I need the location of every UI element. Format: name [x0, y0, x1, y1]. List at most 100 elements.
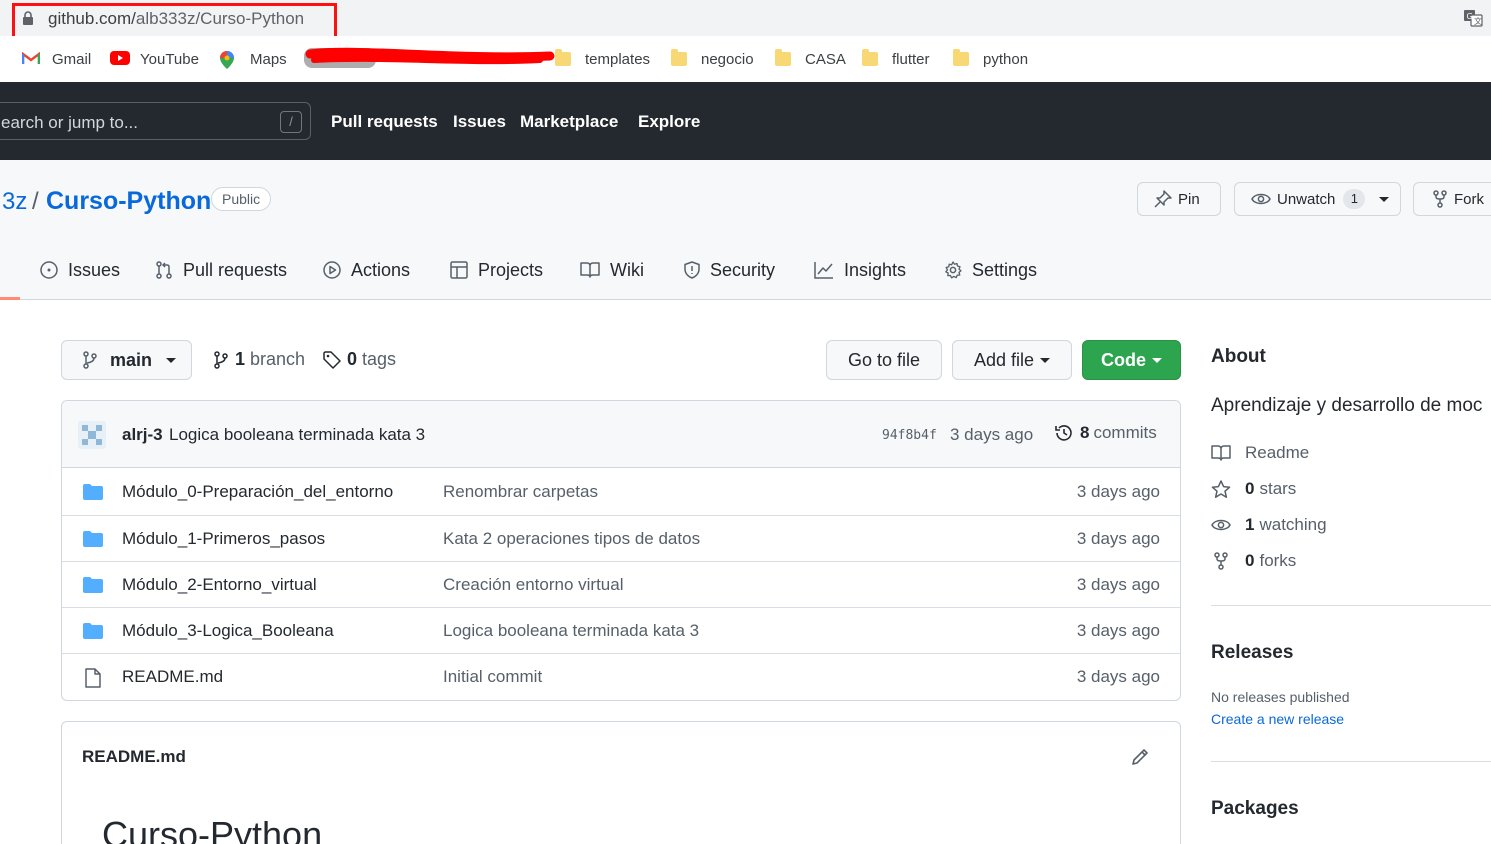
tab-label: Actions [351, 259, 411, 280]
tags-link[interactable]: 0 tags [323, 349, 396, 370]
tab-insights[interactable]: Insights [814, 258, 906, 282]
fork-icon [1214, 552, 1228, 570]
file-age: 3 days ago [1076, 575, 1160, 594]
avatar[interactable] [78, 421, 106, 449]
tab-label: Projects [478, 259, 544, 280]
search-placeholder: earch or jump to... [1, 113, 139, 132]
tab-pull-requests[interactable]: Pull requests [155, 258, 287, 282]
nav-pull-requests[interactable]: Pull requests [331, 112, 438, 132]
bookmark-youtube[interactable]: YouTube [110, 49, 199, 69]
watching-link[interactable]: 1 watching [1211, 515, 1327, 535]
fork-icon [1433, 190, 1447, 208]
repo-name-link[interactable]: Curso-Python [46, 187, 211, 216]
bookmark-python[interactable]: python [953, 49, 1028, 69]
code-button[interactable]: Code [1082, 340, 1181, 380]
commit-sha-link[interactable]: 94f8b4f [882, 428, 937, 443]
unwatch-button[interactable]: Unwatch 1 [1234, 182, 1401, 216]
translate-icon[interactable]: G文 [1463, 9, 1483, 27]
folder-icon [671, 49, 689, 67]
search-input[interactable]: earch or jump to... / [0, 102, 311, 140]
file-name-link[interactable]: Módulo_3-Logica_Booleana [122, 621, 334, 641]
forks-link[interactable]: 0 forks [1211, 551, 1296, 571]
tab-settings[interactable]: Settings [944, 258, 1037, 282]
create-release-link[interactable]: Create a new release [1211, 711, 1344, 727]
repo-owner-link[interactable]: 3z [2, 188, 27, 216]
graph-icon [814, 262, 833, 279]
watching-count: 1 [1245, 515, 1255, 534]
bookmark-flutter[interactable]: flutter [862, 49, 930, 69]
issue-opened-icon [40, 261, 58, 279]
releases-title[interactable]: Releases [1211, 642, 1293, 664]
readme-label: Readme [1245, 443, 1310, 462]
about-title: About [1211, 346, 1266, 367]
add-file-button[interactable]: Add file [952, 340, 1072, 380]
bookmark-label: negocio [701, 50, 754, 68]
svg-text:文: 文 [1474, 16, 1482, 26]
bookmark-label: YouTube [140, 50, 199, 68]
bookmark-gmail[interactable]: Gmail [21, 49, 91, 69]
tag-word: tags [362, 349, 397, 369]
file-commit-message-link[interactable]: Logica booleana terminada kata 3 [443, 621, 699, 641]
file-name-link[interactable]: Módulo_2-Entorno_virtual [122, 575, 317, 595]
bookmark-label: python [983, 50, 1029, 68]
bookmark-casa[interactable]: CASA [775, 49, 846, 69]
shield-icon [684, 261, 700, 279]
forks-count: 0 [1245, 551, 1255, 570]
tab-wiki[interactable]: Wiki [580, 258, 644, 282]
git-branch-icon [214, 350, 228, 369]
file-name-link[interactable]: Módulo_1-Primeros_pasos [122, 529, 325, 549]
commit-age: 3 days ago [950, 425, 1034, 444]
file-commit-message-link[interactable]: Kata 2 operaciones tipos de datos [443, 529, 700, 549]
table-row[interactable]: Módulo_2-Entorno_virtual Creación entorn… [62, 561, 1180, 607]
fork-button[interactable]: Fork [1413, 182, 1491, 216]
bookmark-templates[interactable]: templates [555, 49, 650, 69]
branches-link[interactable]: 1 branch [213, 349, 305, 370]
go-to-file-button[interactable]: Go to file [826, 340, 942, 380]
commit-message-link[interactable]: Logica booleana terminada kata 3 [169, 425, 425, 445]
fork-label: Fork [1454, 190, 1484, 208]
table-icon [450, 261, 468, 279]
stars-count: 0 [1245, 479, 1255, 498]
nav-marketplace[interactable]: Marketplace [520, 112, 618, 132]
file-name-link[interactable]: README.md [122, 667, 223, 687]
search-shortcut-key: / [280, 111, 302, 133]
table-row[interactable]: README.md Initial commit 3 days ago [62, 653, 1180, 699]
no-releases-text: No releases published [1211, 689, 1350, 705]
table-row[interactable]: Módulo_0-Preparación_del_entorno Renombr… [62, 469, 1180, 515]
bookmark-negocio[interactable]: negocio [671, 49, 754, 69]
table-row[interactable]: Módulo_3-Logica_Booleana Logica booleana… [62, 607, 1180, 653]
packages-title[interactable]: Packages [1211, 798, 1299, 820]
file-commit-message-link[interactable]: Creación entorno virtual [443, 575, 623, 595]
chevron-down-icon [1152, 357, 1162, 363]
nav-explore[interactable]: Explore [638, 112, 700, 132]
git-branch-icon [83, 351, 97, 369]
pencil-icon[interactable] [1130, 747, 1150, 767]
youtube-icon [110, 51, 130, 67]
tab-actions[interactable]: Actions [323, 258, 410, 282]
bookmark-maps[interactable]: Maps [220, 49, 287, 69]
commits-link[interactable]: 8 commits [1054, 423, 1157, 443]
branch-name: main [110, 349, 153, 370]
stars-link[interactable]: 0 stars [1211, 479, 1296, 499]
pin-button[interactable]: Pin [1137, 182, 1221, 216]
table-row[interactable]: Módulo_1-Primeros_pasos Kata 2 operacion… [62, 515, 1180, 561]
readme-link[interactable]: Readme [1211, 443, 1309, 463]
tab-label: Issues [68, 259, 121, 280]
branch-select-button[interactable]: main [61, 340, 192, 380]
repo-header: 3z / Curso-Python Public Pin Unwatch 1 F… [0, 160, 1491, 300]
nav-issues[interactable]: Issues [453, 112, 506, 132]
file-commit-message-link[interactable]: Initial commit [443, 667, 542, 687]
chevron-down-icon [1040, 357, 1051, 363]
file-name-link[interactable]: Módulo_0-Preparación_del_entorno [122, 482, 393, 502]
add-file-label: Add file [973, 349, 1035, 370]
book-icon [1211, 445, 1231, 461]
repo-path-separator: / [32, 188, 39, 215]
file-commit-message-link[interactable]: Renombrar carpetas [443, 482, 598, 502]
tag-count: 0 [347, 349, 358, 369]
tab-projects[interactable]: Projects [450, 258, 543, 282]
commit-word: commits [1093, 423, 1157, 442]
tab-issues[interactable]: Issues [40, 258, 120, 282]
play-icon [323, 261, 341, 279]
tab-security[interactable]: Security [684, 258, 775, 282]
commit-author-link[interactable]: alrj-3 [122, 425, 163, 445]
